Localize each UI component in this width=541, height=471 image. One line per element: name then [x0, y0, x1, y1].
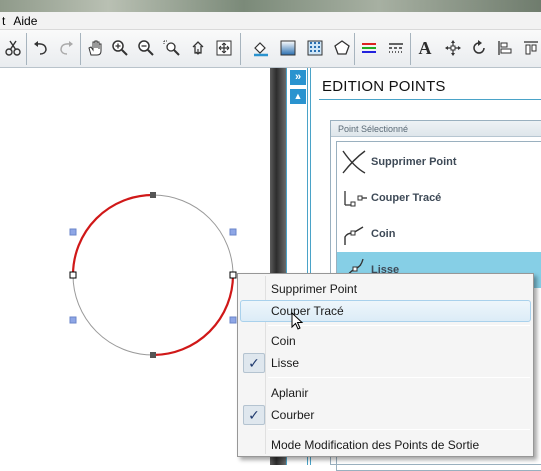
undo-icon[interactable]	[28, 34, 54, 62]
context-item-label: Coin	[271, 334, 296, 348]
lines-icon[interactable]	[356, 34, 382, 62]
context-menu-separator	[268, 429, 530, 430]
context-item-mode-modification[interactable]: Mode Modification des Points de Sortie	[240, 434, 531, 456]
menu-item-partial[interactable]: t	[0, 14, 11, 28]
dash-icon[interactable]	[383, 34, 409, 62]
context-item-lisse[interactable]: ✓ Lisse	[240, 352, 531, 374]
text-icon[interactable]: A	[412, 34, 438, 62]
redo-icon[interactable]	[53, 34, 79, 62]
zoom-page-icon[interactable]	[185, 34, 211, 62]
context-item-couper-trace[interactable]: Couper Tracé	[240, 300, 531, 322]
window-title-strip	[0, 0, 541, 12]
distribute-icon[interactable]	[518, 34, 541, 62]
context-item-label: Courber	[271, 408, 315, 422]
context-menu: Supprimer Point Couper Tracé Coin ✓ Liss…	[237, 273, 534, 457]
toolbar: A	[0, 30, 541, 68]
checkmark-icon: ✓	[243, 353, 265, 373]
cut-path-icon	[344, 191, 367, 207]
panel-title-divider	[319, 99, 541, 100]
context-item-supprimer-point[interactable]: Supprimer Point	[240, 278, 531, 300]
context-menu-separator	[268, 377, 530, 378]
node-right[interactable]	[229, 271, 237, 279]
zoom-out-icon[interactable]	[133, 34, 159, 62]
hand-icon[interactable]	[82, 34, 108, 62]
delete-point-icon	[342, 150, 366, 174]
point-action-delete[interactable]: Supprimer Point	[337, 144, 541, 180]
zoom-in-icon[interactable]	[107, 34, 133, 62]
pattern-icon[interactable]	[302, 34, 328, 62]
group-title: Point Sélectionné	[331, 121, 541, 137]
toolbar-separator	[354, 33, 355, 65]
menu-bar: t Aide	[0, 12, 541, 30]
context-item-label: Lisse	[271, 356, 300, 370]
gradient-icon[interactable]	[275, 34, 301, 62]
drawing-canvas[interactable]	[0, 68, 270, 465]
node-top[interactable]	[150, 192, 156, 198]
zoom-select-icon[interactable]	[159, 34, 185, 62]
toolbar-separator	[240, 33, 241, 65]
toolbar-separator	[26, 33, 27, 65]
corner-icon	[344, 226, 364, 245]
handle-right-top[interactable]	[229, 228, 237, 236]
checkmark-icon: ✓	[243, 405, 265, 425]
scroll-up-button[interactable]: ▲	[290, 89, 306, 104]
selected-segment-bottom-right[interactable]	[152, 274, 235, 357]
point-action-label: Coin	[371, 228, 396, 240]
context-item-label: Couper Tracé	[271, 304, 344, 318]
context-item-label: Aplanir	[271, 386, 309, 400]
context-item-coin[interactable]: Coin	[240, 330, 531, 352]
handle-left-top[interactable]	[69, 228, 77, 236]
point-action-cut[interactable]: Couper Tracé	[337, 180, 541, 216]
mouse-cursor-icon	[291, 312, 304, 330]
context-item-courber[interactable]: ✓ Courber	[240, 404, 531, 426]
fill-icon[interactable]	[248, 34, 274, 62]
point-action-label: Supprimer Point	[371, 156, 457, 168]
handle-right-bottom[interactable]	[229, 316, 237, 324]
fit-icon[interactable]	[211, 34, 237, 62]
toolbar-separator	[410, 33, 411, 65]
context-item-label: Mode Modification des Points de Sortie	[271, 438, 480, 452]
scissors-icon[interactable]	[0, 34, 26, 62]
toolbar-separator	[80, 33, 81, 65]
handle-left-bottom[interactable]	[69, 316, 77, 324]
rotate-icon[interactable]	[466, 34, 492, 62]
point-action-label: Couper Tracé	[371, 192, 442, 204]
panel-title: EDITION POINTS	[322, 78, 446, 95]
expand-panel-button[interactable]: »	[290, 70, 306, 85]
node-bottom[interactable]	[150, 352, 156, 358]
move-icon[interactable]	[440, 34, 466, 62]
context-item-aplanir[interactable]: Aplanir	[240, 382, 531, 404]
shape-icon[interactable]	[329, 34, 355, 62]
context-menu-separator	[268, 325, 530, 326]
node-left[interactable]	[69, 271, 77, 279]
menu-item-aide[interactable]: Aide	[11, 14, 43, 28]
align-icon[interactable]	[492, 34, 518, 62]
selected-segment-top-left[interactable]	[71, 193, 154, 276]
context-item-label: Supprimer Point	[271, 282, 358, 296]
point-action-corner[interactable]: Coin	[337, 216, 541, 252]
